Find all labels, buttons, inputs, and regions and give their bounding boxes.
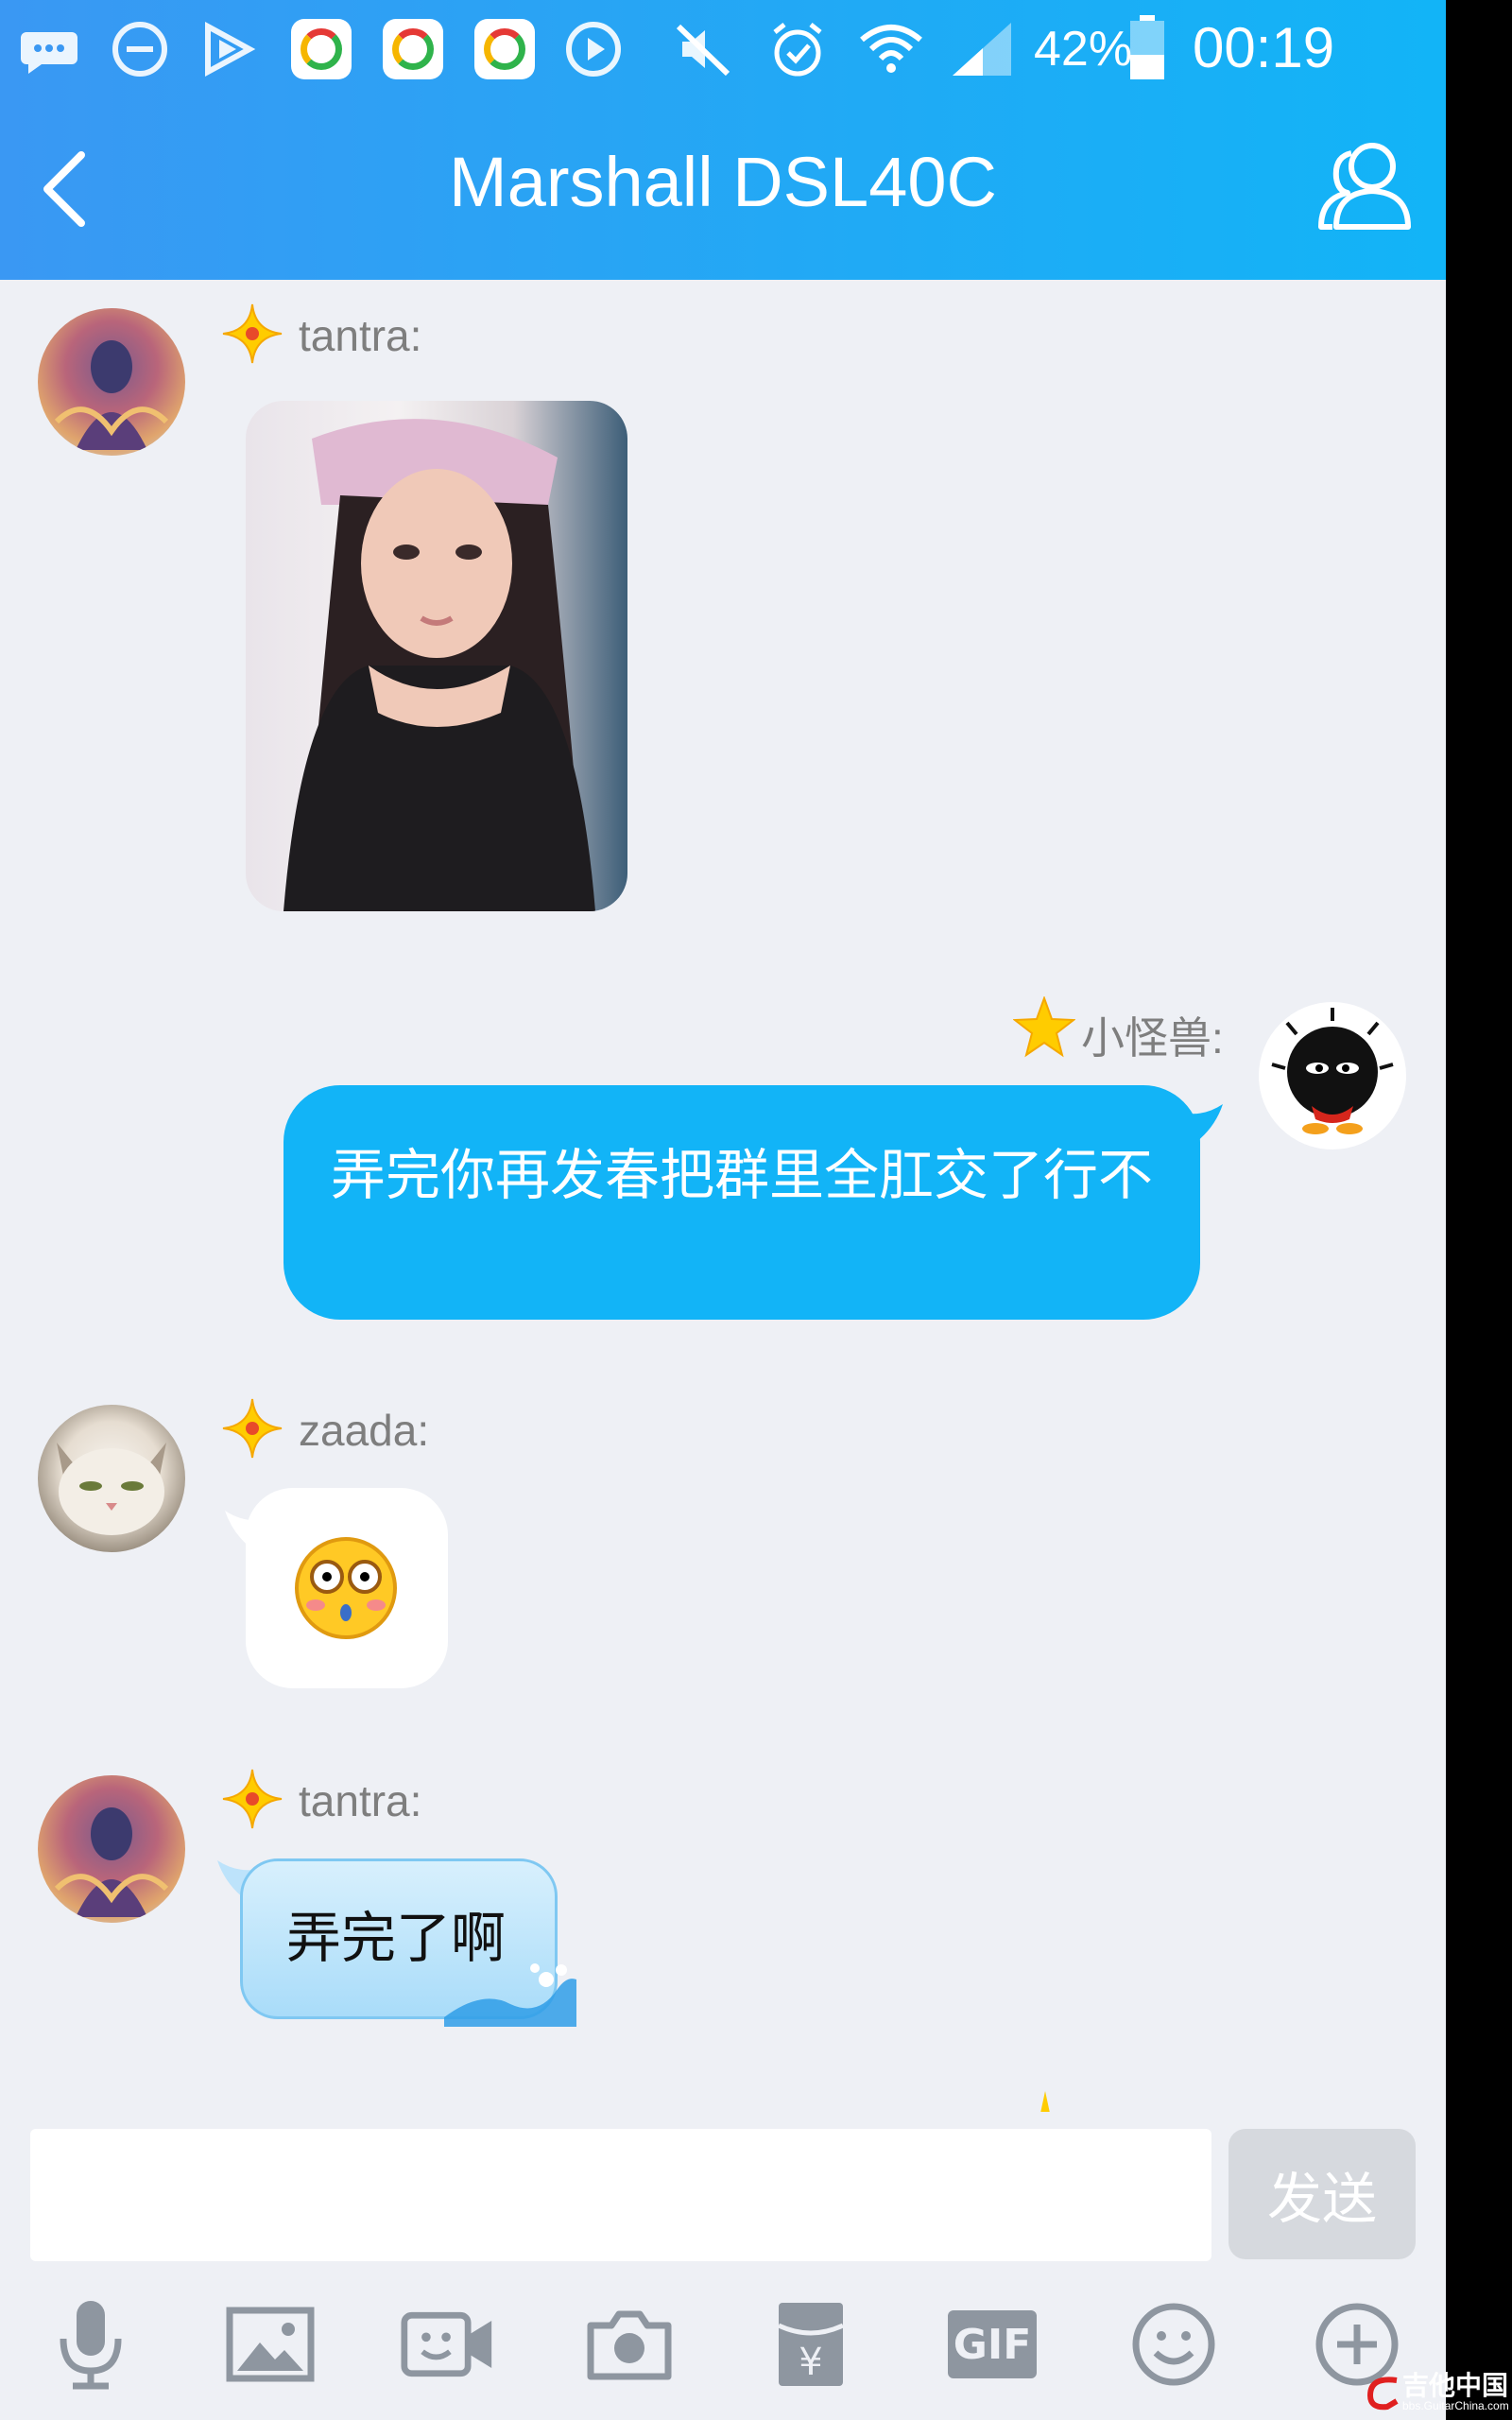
page-title: Marshall DSL40C (449, 143, 997, 221)
do-not-disturb-icon (112, 22, 167, 77)
message-notification-icon (21, 32, 77, 74)
camera-button[interactable] (582, 2297, 677, 2392)
battery-icon (1130, 15, 1164, 79)
level-star-icon (222, 1398, 283, 1459)
message-text: 弄完你再发春把群里全肛交了行不 (331, 1145, 1154, 1206)
screen-edge (1446, 0, 1512, 2420)
chat-screen: 42% 00:19 Marshall DSL40C tantra: 小怪兽: 弄… (0, 0, 1446, 2420)
header: 42% 00:19 Marshall DSL40C (0, 0, 1446, 280)
sender-name: zaada: (299, 1406, 430, 1455)
signal-icon (953, 23, 1011, 76)
watermark-url: bbs.GuitarChina.com (1402, 2399, 1509, 2412)
emoji-button[interactable] (1126, 2297, 1221, 2392)
bubble-tail (1187, 1104, 1223, 1142)
sender-name: tantra: (299, 311, 422, 360)
avatar-artwork (1271, 1008, 1394, 1134)
status-bar: 42% 00:19 (0, 0, 1446, 104)
avatar-artwork (57, 1443, 166, 1535)
wifi-icon (860, 25, 922, 73)
alarm-icon (773, 23, 822, 77)
sender-name: 小怪兽: (1081, 1013, 1224, 1063)
video-call-button[interactable] (401, 2297, 495, 2392)
avatar-tantra[interactable] (38, 308, 185, 456)
sender-name: tantra: (299, 1776, 422, 1825)
avatar-tantra[interactable] (38, 1775, 185, 1923)
wave-decoration (444, 1963, 576, 2027)
message-bubble-outgoing[interactable]: 弄完你再发春把群里全肛交了行不 (284, 1085, 1200, 1320)
currency-symbol: ¥ (799, 2341, 822, 2384)
watermark-text: 吉他中国 (1402, 2371, 1509, 2400)
photo-content (284, 419, 595, 911)
microphone-icon (60, 2301, 122, 2390)
emoji-message[interactable] (246, 1488, 448, 1688)
image-message[interactable] (246, 401, 627, 911)
watermark: 吉他中国 bbs.GuitarChina.com (1365, 2363, 1512, 2420)
red-packet-button[interactable]: ¥ (764, 2297, 858, 2392)
send-button[interactable]: 发送 (1228, 2129, 1416, 2259)
level-star-icon (1013, 996, 1075, 1058)
mute-icon (676, 24, 730, 77)
group-members-button[interactable] (1314, 132, 1418, 236)
avatar-self[interactable] (1259, 1002, 1406, 1150)
smiley-icon (1132, 2303, 1215, 2386)
shocked-emoji-icon (295, 1537, 397, 1639)
battery-percentage: 42% (1034, 22, 1133, 77)
watermark-logo-icon (1366, 2377, 1399, 2411)
avatar-artwork (54, 1807, 169, 1917)
gif-label: GIF (948, 2310, 1037, 2378)
video-camera-icon (401, 2311, 492, 2377)
toolbar (0, 2269, 1446, 2420)
image-button[interactable] (223, 2297, 318, 2392)
app-notification-icon (383, 19, 443, 79)
play-circle-icon (566, 22, 621, 77)
video-app-icon (205, 21, 256, 78)
app-notification-icon (291, 19, 352, 79)
level-star-icon (222, 303, 283, 364)
camera-icon (587, 2310, 672, 2380)
level-star-icon (222, 1769, 283, 1829)
gif-button[interactable]: GIF (945, 2297, 1040, 2392)
app-notification-icon (474, 19, 535, 79)
avatar-artwork (54, 340, 169, 450)
message-input[interactable] (30, 2129, 1211, 2261)
clock: 00:19 (1193, 16, 1335, 79)
voice-button[interactable] (43, 2297, 138, 2392)
avatar-zaada[interactable] (38, 1405, 185, 1552)
image-icon (226, 2307, 315, 2382)
red-packet-icon: ¥ (777, 2303, 845, 2386)
